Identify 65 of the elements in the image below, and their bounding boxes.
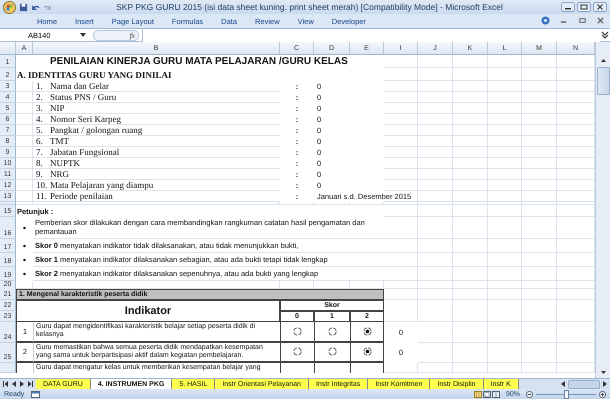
page-break-preview-icon[interactable] bbox=[492, 390, 500, 398]
table-cell bbox=[16, 363, 33, 374]
field-label: Pangkat / golongan ruang bbox=[50, 125, 142, 135]
radio-button[interactable] bbox=[362, 347, 372, 356]
scrollbar-thumb[interactable] bbox=[568, 380, 600, 388]
scroll-left-icon[interactable] bbox=[560, 381, 566, 387]
next-sheet-icon[interactable] bbox=[19, 381, 25, 387]
radio-button[interactable] bbox=[293, 347, 302, 356]
close-icon[interactable] bbox=[593, 2, 607, 12]
radio-button[interactable] bbox=[362, 326, 372, 336]
radio-button[interactable] bbox=[328, 326, 337, 336]
last-sheet-icon[interactable] bbox=[27, 381, 33, 387]
item-number: 3. bbox=[36, 103, 44, 113]
radio-button[interactable] bbox=[293, 326, 302, 336]
formula-input[interactable] bbox=[142, 28, 600, 42]
field-label: NRG bbox=[50, 169, 70, 179]
office-button[interactable] bbox=[3, 0, 16, 14]
scroll-right-icon[interactable] bbox=[602, 381, 608, 387]
bullet: • bbox=[22, 268, 26, 279]
item-number: 5. bbox=[36, 125, 44, 135]
bullet: • bbox=[22, 222, 26, 233]
section-heading: A. IDENTITAS GURU YANG DINILAI bbox=[16, 68, 384, 81]
restore-icon[interactable] bbox=[578, 16, 587, 25]
bullet: • bbox=[22, 240, 26, 251]
sheet-title: PENILAIAN KINERJA GURU MATA PELAJARAN /GURU KELAS bbox=[16, 55, 384, 68]
vertical-scrollbar[interactable] bbox=[595, 42, 610, 378]
item-number: 9. bbox=[36, 169, 44, 179]
item-number: 1. bbox=[36, 81, 44, 91]
scrollbar-thumb[interactable] bbox=[596, 67, 610, 95]
previous-sheet-icon[interactable] bbox=[11, 381, 17, 387]
zoom-out-icon[interactable] bbox=[526, 390, 533, 398]
field-label: NIP bbox=[50, 103, 65, 113]
field-label: Mata Pelajaran yang diampu bbox=[50, 180, 154, 190]
save-icon[interactable] bbox=[19, 2, 28, 12]
item-number: 7. bbox=[36, 147, 44, 157]
bullet: • bbox=[22, 254, 26, 265]
page-layout-icon[interactable] bbox=[482, 390, 491, 398]
minimize-icon[interactable] bbox=[561, 2, 575, 12]
field-label: NUPTK bbox=[50, 158, 80, 168]
field-label: Jabatan Fungsional bbox=[50, 147, 120, 157]
column-heading: Indikator bbox=[16, 300, 280, 322]
field-label: Periode penilaian bbox=[50, 191, 113, 201]
item-number: 6. bbox=[36, 136, 44, 146]
field-label: Nomor Seri Karpeg bbox=[50, 114, 121, 124]
normal-view-icon[interactable] bbox=[474, 390, 482, 398]
field-label: Nama dan Gelar bbox=[50, 81, 109, 91]
caret-icon[interactable] bbox=[80, 33, 86, 37]
item-number: 4. bbox=[36, 114, 44, 124]
field-label: TMT bbox=[50, 136, 69, 146]
field-label: Status PNS / Guru bbox=[50, 92, 116, 102]
expand-icon[interactable] bbox=[600, 30, 610, 40]
window-title: SKP PKG GURU 2015 (isi data sheet kuning. print sheet merah) [Compatibility Mode] - Microsoft Excel bbox=[115, 2, 504, 12]
restore-icon[interactable] bbox=[577, 2, 591, 12]
undo-icon[interactable] bbox=[31, 2, 40, 12]
zoom-in-icon[interactable] bbox=[599, 390, 606, 398]
help-icon[interactable] bbox=[540, 16, 550, 25]
radio-button[interactable] bbox=[328, 347, 337, 356]
slider-thumb[interactable] bbox=[564, 390, 569, 398]
first-sheet-icon[interactable] bbox=[3, 381, 9, 387]
close-icon[interactable] bbox=[596, 16, 605, 25]
item-number: 2. bbox=[36, 92, 44, 102]
item-number: 8. bbox=[36, 158, 44, 168]
record-macro-icon[interactable] bbox=[31, 390, 40, 398]
item-number: 10. bbox=[36, 180, 45, 190]
item-number: 11. bbox=[36, 191, 45, 201]
